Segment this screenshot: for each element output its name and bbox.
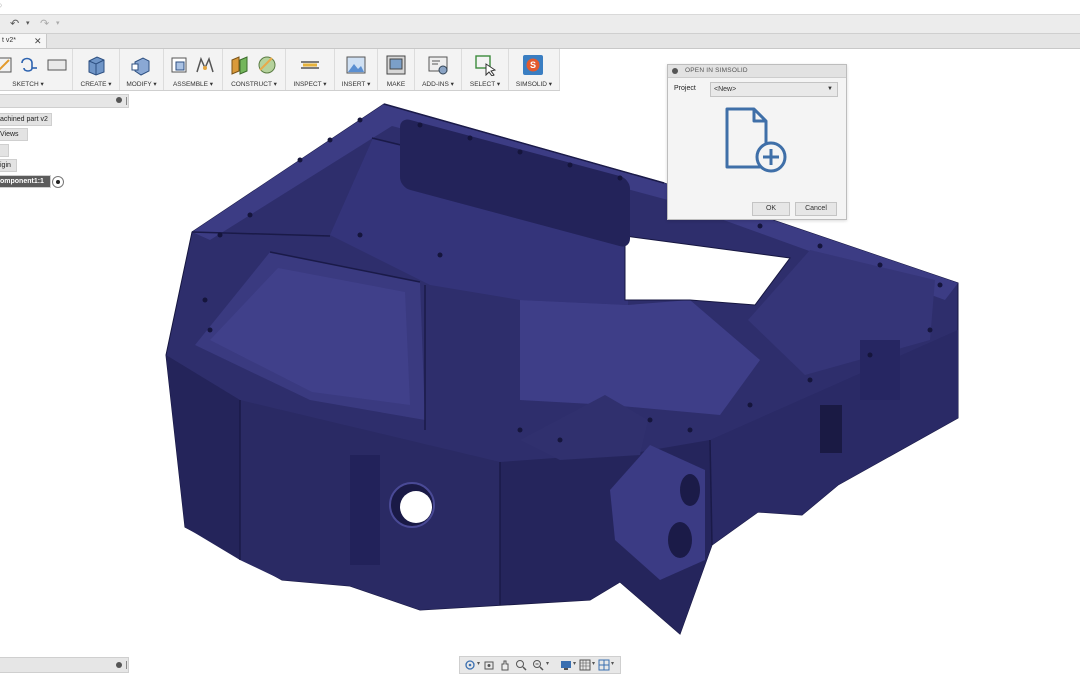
chevron-down-icon: ▼ bbox=[827, 86, 833, 92]
dialog-header[interactable]: OPEN IN SIMSOLID bbox=[668, 65, 846, 78]
display-settings-icon[interactable] bbox=[560, 659, 572, 671]
ok-button[interactable]: OK bbox=[752, 202, 790, 216]
panel-divider bbox=[126, 661, 127, 669]
chevron-down-icon[interactable]: ▾ bbox=[546, 660, 549, 667]
new-project-file-icon bbox=[725, 107, 787, 173]
look-at-icon[interactable] bbox=[483, 659, 495, 671]
orbit-icon[interactable] bbox=[464, 659, 476, 671]
fit-icon[interactable] bbox=[532, 659, 544, 671]
zoom-window-icon[interactable] bbox=[515, 659, 527, 671]
chevron-down-icon[interactable]: ▾ bbox=[611, 660, 614, 667]
pan-icon[interactable] bbox=[499, 659, 511, 671]
project-select[interactable]: <New> ▼ bbox=[710, 82, 838, 97]
comments-panel-header[interactable] bbox=[0, 657, 129, 673]
boss-hole-bottom bbox=[668, 522, 692, 558]
dialog-collapse-icon[interactable] bbox=[672, 68, 678, 74]
panel-pin-icon[interactable] bbox=[116, 662, 122, 668]
chevron-down-icon[interactable]: ▾ bbox=[592, 660, 595, 667]
front-window-right-2 bbox=[860, 340, 900, 400]
grid-snaps-icon[interactable] bbox=[579, 659, 591, 671]
front-window-right bbox=[820, 405, 842, 453]
navigation-bar: ▾ ▾ ▾ ▾ ▾ bbox=[459, 656, 621, 674]
project-select-value: <New> bbox=[714, 86, 737, 93]
boss-hole-top bbox=[680, 474, 700, 506]
viewport-3d-model[interactable] bbox=[0, 0, 1080, 675]
cancel-button[interactable]: Cancel bbox=[795, 202, 837, 216]
project-label: Project bbox=[674, 85, 696, 92]
dialog-title: OPEN IN SIMSOLID bbox=[685, 67, 748, 74]
open-in-simsolid-dialog: OPEN IN SIMSOLID Project <New> ▼ OK Canc… bbox=[667, 64, 847, 220]
chevron-down-icon[interactable]: ▾ bbox=[477, 660, 480, 667]
viewports-icon[interactable] bbox=[598, 659, 610, 671]
chevron-down-icon[interactable]: ▾ bbox=[573, 660, 576, 667]
front-recess bbox=[350, 455, 380, 565]
front-bore-inner bbox=[400, 491, 432, 523]
